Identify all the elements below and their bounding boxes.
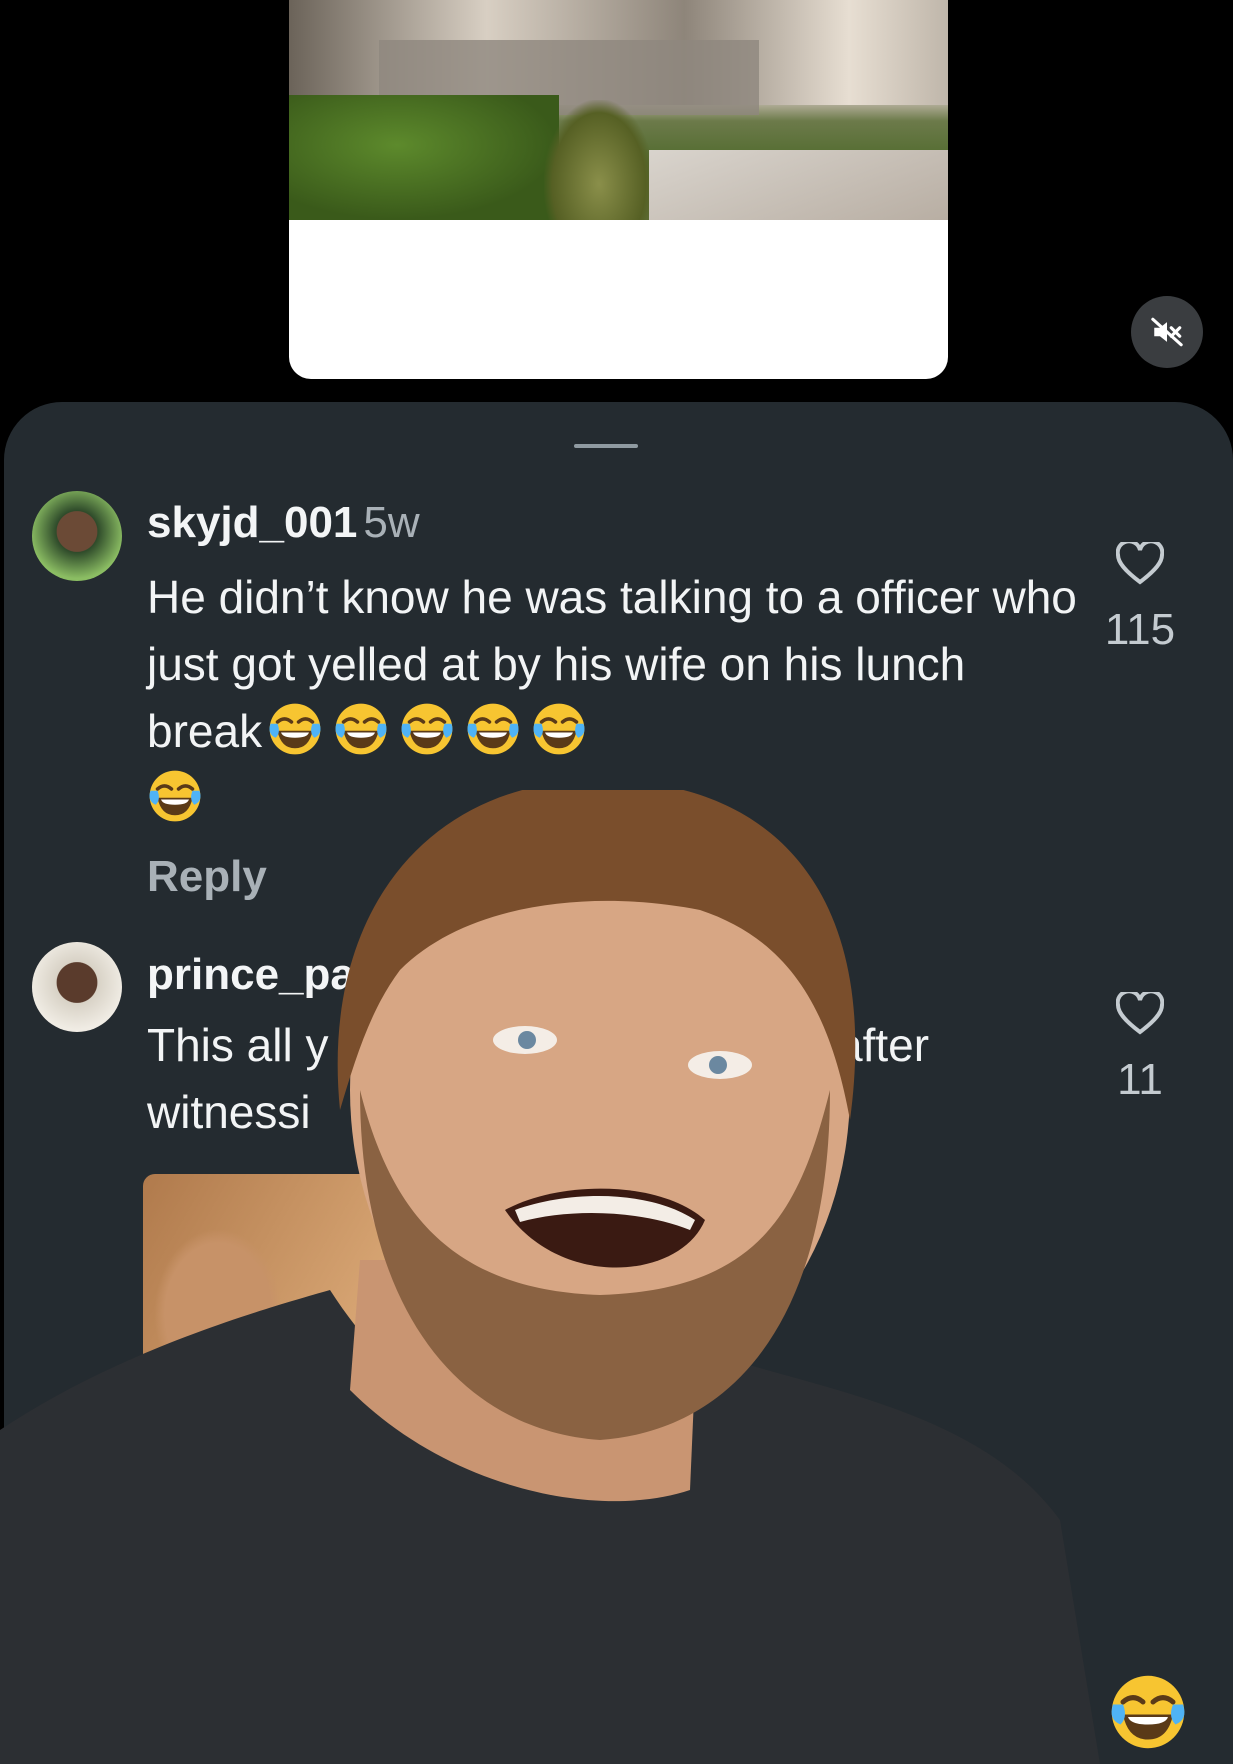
video-preview[interactable] xyxy=(289,0,948,379)
reply-button[interactable]: Reply xyxy=(147,852,267,902)
comment-username[interactable]: prince_pa xyxy=(147,950,355,999)
comment-text: He didn’t know he was talking to a offic… xyxy=(147,564,1077,832)
comment-attachment-image[interactable] xyxy=(143,1174,713,1764)
joy-emoji-icon xyxy=(399,701,455,757)
comment-username[interactable]: skyjd_001 xyxy=(147,498,357,547)
face-with-tears-of-joy-icon xyxy=(1108,1672,1188,1752)
avatar[interactable] xyxy=(32,491,122,581)
like-count: 115 xyxy=(1104,605,1176,654)
video-frame xyxy=(289,0,948,220)
joy-emoji-icon xyxy=(267,701,323,757)
mute-button[interactable] xyxy=(1131,296,1203,368)
comment-text-line2: witnessi xyxy=(147,1086,311,1138)
joy-emoji-icon xyxy=(531,701,587,757)
comment-text-line1-end: after xyxy=(837,1019,930,1071)
comment-text-line1-start: This all y xyxy=(147,1019,329,1071)
comment-header: skyjd_001 5w xyxy=(147,498,420,548)
joy-emoji-icon xyxy=(147,768,203,824)
like-count: 11 xyxy=(1117,1055,1163,1104)
joy-emoji-icon xyxy=(333,701,389,757)
heart-outline-icon xyxy=(1115,989,1165,1035)
like-button[interactable]: 115 xyxy=(1095,539,1185,655)
comment-header: prince_pa xyxy=(147,950,355,1000)
like-button[interactable]: 11 xyxy=(1095,989,1185,1105)
avatar[interactable] xyxy=(32,942,122,1032)
comment-text: This all y after witnessi xyxy=(147,1012,1147,1146)
comment-time: 5w xyxy=(363,498,420,547)
sheet-drag-handle[interactable] xyxy=(574,444,638,448)
joy-emoji-icon xyxy=(465,701,521,757)
heart-outline-icon xyxy=(1115,539,1165,585)
speaker-muted-icon xyxy=(1151,317,1183,347)
